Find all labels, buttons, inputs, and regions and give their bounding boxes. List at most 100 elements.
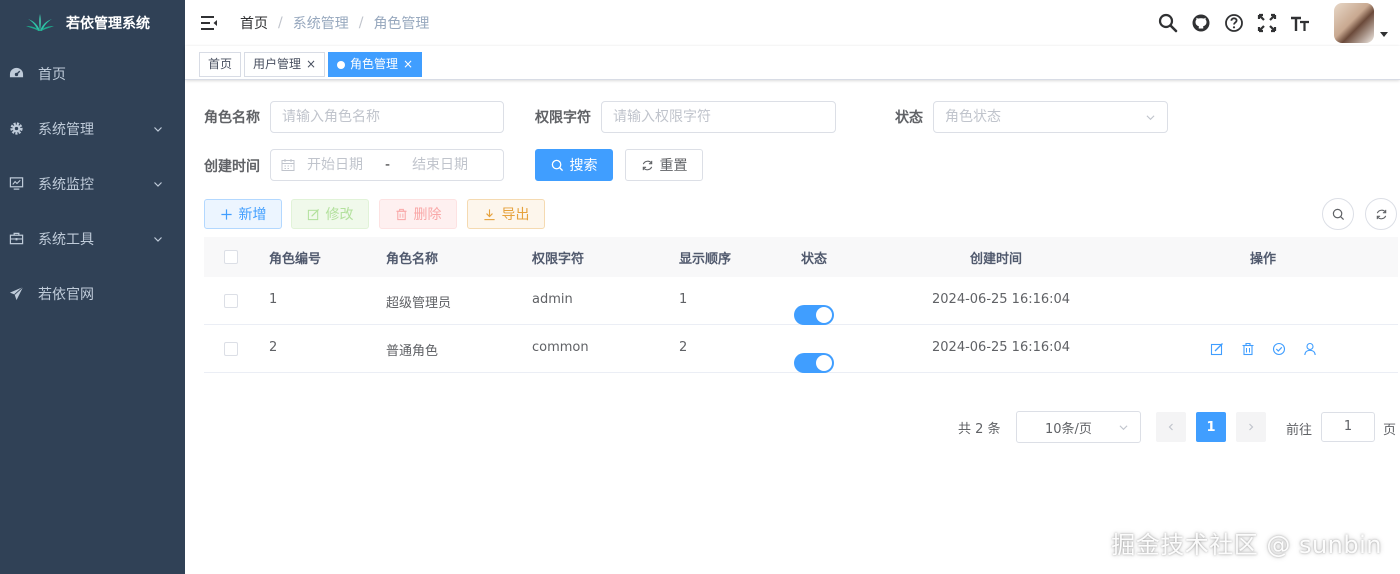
chevron-down-icon	[154, 126, 162, 132]
chevron-down-icon	[1119, 425, 1128, 431]
status-switch[interactable]	[794, 304, 834, 325]
trash-icon	[395, 208, 407, 220]
navbar: 首页 / 系统管理 / 角色管理	[185, 0, 1400, 46]
caret-down-icon	[1380, 31, 1388, 37]
date-range-picker[interactable]: 开始日期 - 结束日期	[270, 149, 504, 181]
row-checkbox[interactable]	[224, 342, 238, 356]
sidebar-item-home[interactable]: 首页	[0, 46, 185, 101]
sidebar-toggle-icon[interactable]	[199, 13, 219, 33]
next-page-button[interactable]	[1236, 412, 1266, 442]
breadcrumb-system: 系统管理	[292, 16, 349, 32]
role-name-input[interactable]: 请输入角色名称	[270, 101, 504, 133]
role-key-input[interactable]: 请输入权限字符	[601, 101, 836, 133]
page-button-current[interactable]: 1	[1196, 412, 1226, 442]
table-row[interactable]: 2 普通角色 common 2 2024-06-25 16:16:04	[204, 325, 1398, 373]
logo[interactable]: 若依管理系统	[0, 0, 185, 46]
status-select[interactable]: 角色状态	[933, 101, 1168, 133]
header-created-time: 创建时间	[970, 252, 1023, 267]
chevron-right-icon	[1249, 423, 1254, 431]
app-title: 若依管理系统	[66, 16, 150, 32]
cell-sort-order: 1	[679, 292, 688, 307]
pagination-total: 共 2 条	[958, 422, 1001, 437]
font-size-icon[interactable]	[1289, 12, 1311, 34]
sidebar-item-label: 系统工具	[38, 231, 94, 248]
table-header: 角色编号 角色名称 权限字符 显示顺序 状态 创建时间 操作	[204, 237, 1398, 277]
sidebar-item-label: 系统监控	[38, 176, 94, 193]
sidebar-item-monitor[interactable]: 系统监控	[0, 156, 185, 211]
github-icon[interactable]	[1190, 12, 1212, 34]
select-all-checkbox[interactable]	[224, 250, 238, 264]
tag-home[interactable]: 首页	[199, 52, 242, 77]
edit-icon	[307, 208, 319, 220]
sidebar-item-website[interactable]: 若依官网	[0, 266, 185, 321]
sidebar-item-label: 首页	[38, 66, 66, 83]
gear-icon	[8, 121, 24, 137]
delete-button[interactable]: 删除	[379, 199, 457, 229]
status-select-placeholder: 角色状态	[945, 109, 1001, 125]
logo-icon	[26, 14, 54, 31]
export-button[interactable]: 导出	[467, 199, 545, 229]
role-name-label: 角色名称	[204, 110, 260, 126]
fullscreen-icon[interactable]	[1256, 12, 1278, 34]
main-content: 角色名称 请输入角色名称 权限字符 请输入权限字符 状态 角色状态 创建时间 开…	[185, 80, 1400, 574]
tag-user-management[interactable]: 用户管理 ×	[244, 52, 326, 77]
circle-check-icon[interactable]	[1272, 342, 1286, 356]
trash-icon[interactable]	[1241, 342, 1255, 356]
refresh-icon	[642, 160, 652, 170]
dashboard-icon	[8, 66, 24, 82]
search-icon	[1332, 208, 1344, 220]
avatar-dropdown[interactable]	[1334, 3, 1388, 43]
refresh-table-button[interactable]	[1365, 198, 1397, 230]
delete-button-label: 删除	[413, 207, 442, 223]
chevron-left-icon	[1168, 423, 1173, 431]
sidebar-item-tools[interactable]: 系统工具	[0, 211, 185, 266]
add-button-label: 新增	[238, 207, 267, 223]
row-checkbox[interactable]	[224, 294, 238, 308]
cell-role-name: 普通角色	[386, 344, 439, 359]
chevron-down-icon	[1146, 115, 1155, 121]
goto-page-input[interactable]: 1	[1321, 412, 1375, 442]
created-time-label: 创建时间	[204, 159, 260, 175]
question-icon[interactable]	[1223, 12, 1245, 34]
cell-role-id: 2	[269, 340, 278, 355]
cell-role-id: 1	[269, 292, 278, 307]
status-switch[interactable]	[794, 352, 834, 373]
toggle-search-button[interactable]	[1322, 198, 1354, 230]
breadcrumb: 首页 / 系统管理 / 角色管理	[240, 0, 429, 46]
search-button-label: 搜索	[569, 158, 598, 174]
reset-button[interactable]: 重置	[625, 149, 703, 181]
header-actions: 操作	[1250, 252, 1277, 267]
export-button-label: 导出	[501, 207, 530, 223]
cell-sort-order: 2	[679, 340, 688, 355]
page-size-select[interactable]: 10条/页	[1016, 411, 1141, 443]
start-date-input[interactable]: 开始日期	[307, 150, 363, 180]
status-label: 状态	[895, 110, 923, 126]
edit-button[interactable]: 修改	[291, 199, 369, 229]
role-table: 角色编号 角色名称 权限字符 显示顺序 状态 创建时间 操作 1 超级管理员 a…	[204, 237, 1398, 373]
search-button[interactable]: 搜索	[535, 149, 613, 181]
user-icon[interactable]	[1303, 342, 1317, 356]
avatar[interactable]	[1334, 3, 1374, 43]
cell-created-time: 2024-06-25 16:16:04	[932, 340, 1071, 355]
table-row[interactable]: 1 超级管理员 admin 1 2024-06-25 16:16:04	[204, 277, 1398, 325]
edit-icon[interactable]	[1210, 342, 1224, 356]
breadcrumb-current: 角色管理	[373, 16, 430, 32]
breadcrumb-home[interactable]: 首页	[240, 13, 268, 33]
paper-plane-icon	[8, 286, 24, 302]
monitor-icon	[8, 176, 24, 192]
cell-role-key: common	[532, 340, 589, 355]
add-button[interactable]: 新增	[204, 199, 282, 229]
toolbox-icon	[8, 231, 24, 247]
chevron-down-icon	[154, 236, 162, 242]
search-icon	[551, 159, 563, 171]
header-role-key: 权限字符	[532, 252, 585, 267]
close-icon[interactable]: ×	[306, 53, 316, 76]
tag-role-management[interactable]: 角色管理 ×	[328, 52, 423, 77]
end-date-input[interactable]: 结束日期	[412, 150, 468, 180]
sidebar-item-system[interactable]: 系统管理	[0, 101, 185, 156]
search-icon[interactable]	[1157, 12, 1179, 34]
calendar-icon	[281, 159, 295, 171]
close-icon[interactable]: ×	[403, 53, 413, 76]
prev-page-button[interactable]	[1156, 412, 1186, 442]
breadcrumb-separator: /	[278, 15, 283, 31]
